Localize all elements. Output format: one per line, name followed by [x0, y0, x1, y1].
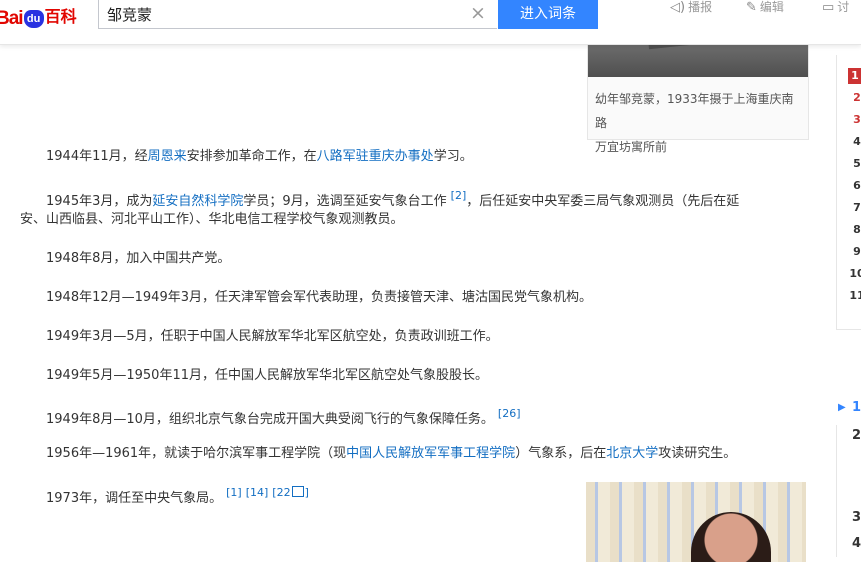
- broadcast-label: 播报: [688, 0, 713, 14]
- search-box: [98, 0, 497, 29]
- reference-1[interactable]: [1]: [226, 486, 242, 499]
- catalog-divider: [836, 425, 837, 557]
- paw-icon: du: [23, 10, 44, 28]
- catalog2-item-4[interactable]: 4: [852, 536, 861, 551]
- catalog-item-11[interactable]: 11: [849, 289, 861, 303]
- baidu-baike-logo[interactable]: Bai du 百科: [0, 3, 77, 29]
- paragraph-1956: 1956年—1961年，就读于哈尔滨军事工程学院（现中国人民解放军军事工程学院）…: [46, 446, 737, 461]
- link-yanan-natural-science-academy[interactable]: 延安自然科学院: [152, 194, 243, 209]
- paragraph-1944: 1944年11月，经周恩来安排参加革命工作，在八路军驻重庆办事处学习。: [46, 149, 473, 164]
- portrait-photo[interactable]: [586, 482, 806, 562]
- catalog-item-4[interactable]: 4: [849, 135, 861, 149]
- search-input[interactable]: [107, 3, 457, 25]
- image-ref-icon: [291, 486, 304, 497]
- paragraph-1949-may: 1949年5月—1950年11月，任中国人民解放军华北军区航空处气象股股长。: [46, 368, 488, 383]
- speaker-icon: ◁): [670, 0, 686, 15]
- reference-26[interactable]: [26]: [498, 407, 521, 420]
- reference-2[interactable]: [2]: [451, 189, 467, 202]
- link-eighth-route-army-office[interactable]: 八路军驻重庆办事处: [317, 149, 434, 164]
- catalog2-item-2[interactable]: 2: [852, 428, 861, 443]
- catalog2-item-3[interactable]: 3: [852, 510, 861, 525]
- discuss-button[interactable]: ▭ 讨: [822, 0, 849, 15]
- catalog-item-2[interactable]: 2: [849, 91, 861, 105]
- discuss-label: 讨: [837, 0, 850, 14]
- edit-label: 编辑: [759, 0, 784, 14]
- logo-baike-text: 百科: [44, 7, 77, 26]
- pencil-icon: ✎: [746, 0, 757, 15]
- link-peking-university[interactable]: 北京大学: [606, 446, 658, 461]
- link-zhou-enlai[interactable]: 周恩来: [148, 149, 187, 164]
- catalog-item-9[interactable]: 9: [849, 245, 861, 259]
- photo-caption: 幼年邹竞蒙，1933年摄于上海重庆南路 万宜坊寓所前: [595, 92, 794, 154]
- comment-icon: ▭: [822, 0, 835, 15]
- catalog-current-arrow-icon: ▶: [838, 402, 846, 413]
- clear-icon[interactable]: ×: [470, 2, 486, 24]
- logo-text: Bai: [0, 8, 24, 29]
- catalog-item-7[interactable]: 7: [849, 201, 861, 215]
- catalog-item-10[interactable]: 10: [849, 267, 861, 281]
- enter-entry-button[interactable]: 进入词条: [498, 0, 598, 29]
- top-search-bar: Baidu百科 × 进入词条 ◁)播报 ✎编辑 ▭讨: [0, 0, 861, 45]
- catalog-item-8[interactable]: 8: [849, 223, 861, 237]
- paragraph-1973: 1973年，调任至中央气象局。 [1] [14] [22]: [46, 486, 309, 506]
- catalog-item-6[interactable]: 6: [849, 179, 861, 193]
- catalog-item-3[interactable]: 3: [849, 113, 861, 127]
- catalog2-item-1[interactable]: 1: [852, 400, 861, 415]
- broadcast-button[interactable]: ◁) 播报: [670, 0, 712, 15]
- paragraph-1949-mar: 1949年3月—5月，任职于中国人民解放军华北军区航空处，负责政训班工作。: [46, 329, 499, 344]
- edit-button[interactable]: ✎ 编辑: [746, 0, 784, 15]
- paragraph-1945-line2: 安、山西临县、河北平山工作）、华北电信工程学校气象观测教员。: [20, 212, 404, 227]
- paragraph-1949-aug: 1949年8月—10月，组织北京气象台完成开国大典受阅飞行的气象保障任务。 [26…: [46, 407, 521, 427]
- catalog-item-1[interactable]: 1: [848, 68, 861, 84]
- reference-22[interactable]: [22]: [272, 486, 309, 499]
- catalog-item-5[interactable]: 5: [849, 157, 861, 171]
- catalog-sidebar: 1 2 3 4 5 6 7 8 9 10 11: [836, 55, 861, 330]
- paragraph-1948-dec: 1948年12月—1949年3月，任天津军管会军代表助理，负责接管天津、塘沽国民…: [46, 290, 592, 305]
- reference-14[interactable]: [14]: [246, 486, 269, 499]
- person-figure: [691, 512, 771, 562]
- link-pla-military-engineering-institute[interactable]: 中国人民解放军军事工程学院: [346, 446, 515, 461]
- paragraph-1948-aug: 1948年8月，加入中国共产党。: [46, 251, 231, 266]
